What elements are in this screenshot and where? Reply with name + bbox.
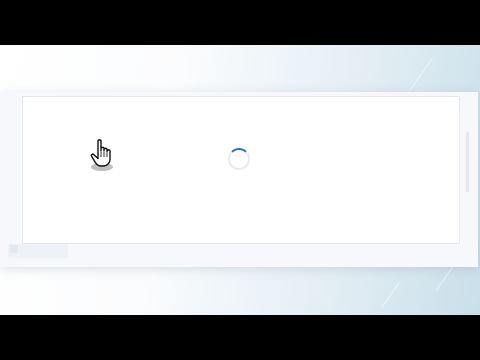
background-glint: [408, 58, 433, 92]
scrollbar[interactable]: [466, 132, 469, 192]
screen-area: [0, 45, 480, 315]
footer-icon: [10, 245, 18, 253]
app-window: [0, 92, 478, 267]
hand-pointer-icon: [90, 139, 113, 171]
video-letterbox-top: [0, 0, 480, 45]
loading-spinner-icon: [228, 148, 250, 170]
background-glint: [381, 282, 400, 308]
video-letterbox-bottom: [0, 315, 480, 360]
